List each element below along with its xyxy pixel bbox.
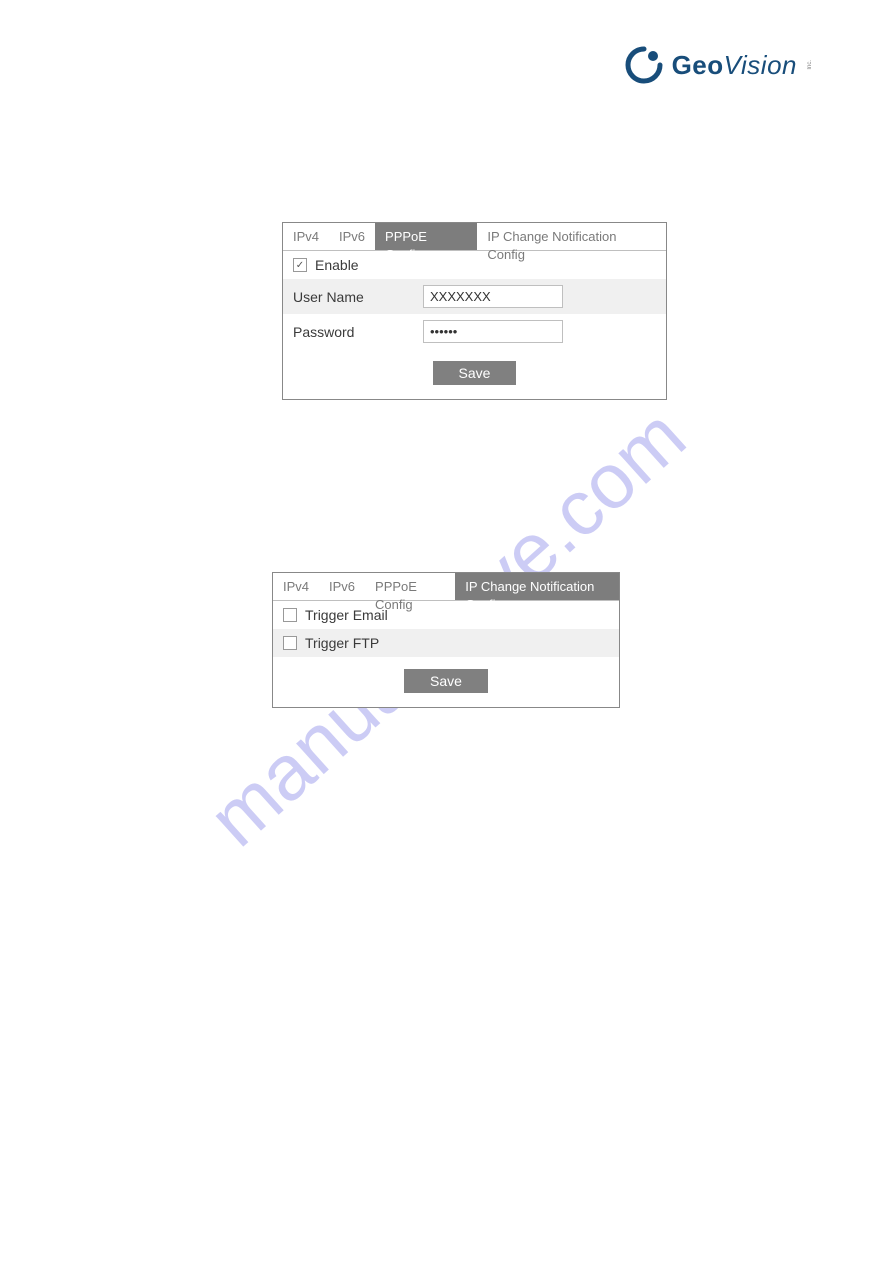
logo-mark-icon [624,45,664,85]
brand-name: GeoVision [672,50,797,81]
trigger-email-row: Trigger Email [273,601,619,629]
tab-pppoe-config-2[interactable]: PPPoE Config [365,573,455,600]
tab-ipv4-2[interactable]: IPv4 [273,573,319,600]
username-label: User Name [293,289,423,305]
tab-ip-change-notification-2[interactable]: IP Change Notification Config [455,573,619,600]
tabbar-panel1: IPv4 IPv6 PPPoE Config IP Change Notific… [283,223,666,251]
enable-checkbox[interactable]: ✓ [293,258,307,272]
username-input[interactable] [423,285,563,308]
tab-pppoe-config[interactable]: PPPoE Config [375,223,477,250]
tab-ipv6[interactable]: IPv6 [329,223,375,250]
tab-ipv6-2[interactable]: IPv6 [319,573,365,600]
trigger-email-label: Trigger Email [305,607,388,623]
enable-row: ✓ Enable [283,251,666,279]
trigger-ftp-label: Trigger FTP [305,635,379,651]
pppoe-config-panel: IPv4 IPv6 PPPoE Config IP Change Notific… [282,222,667,400]
save-row-panel1: Save [283,349,666,399]
save-row-panel2: Save [273,657,619,707]
password-row: Password [283,314,666,349]
trigger-email-checkbox[interactable] [283,608,297,622]
save-button-2[interactable]: Save [404,669,488,693]
tab-ip-change-notification[interactable]: IP Change Notification Config [477,223,666,250]
enable-label: Enable [315,257,359,273]
brand-logo: GeoVision Inc. [624,45,813,85]
save-button[interactable]: Save [433,361,517,385]
ip-change-notification-panel: IPv4 IPv6 PPPoE Config IP Change Notific… [272,572,620,708]
password-label: Password [293,324,423,340]
brand-inc: Inc. [807,60,813,70]
tab-ipv4[interactable]: IPv4 [283,223,329,250]
username-row: User Name [283,279,666,314]
trigger-ftp-row: Trigger FTP [273,629,619,657]
trigger-ftp-checkbox[interactable] [283,636,297,650]
tabbar-panel2: IPv4 IPv6 PPPoE Config IP Change Notific… [273,573,619,601]
password-input[interactable] [423,320,563,343]
